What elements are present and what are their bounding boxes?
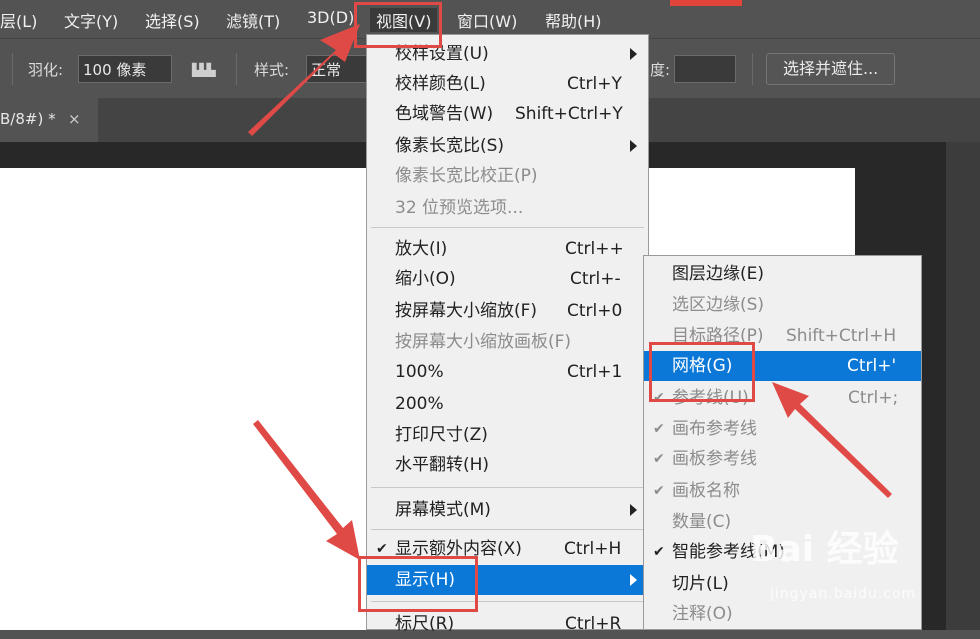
watermark-url: jingyan.baidu.com [770,586,917,602]
arrow-to-view-menu [248,24,360,136]
watermark-logo: Bai 经验 [750,529,899,570]
arrow-to-show-item [253,420,360,560]
arrow-to-grid-item [772,382,892,498]
